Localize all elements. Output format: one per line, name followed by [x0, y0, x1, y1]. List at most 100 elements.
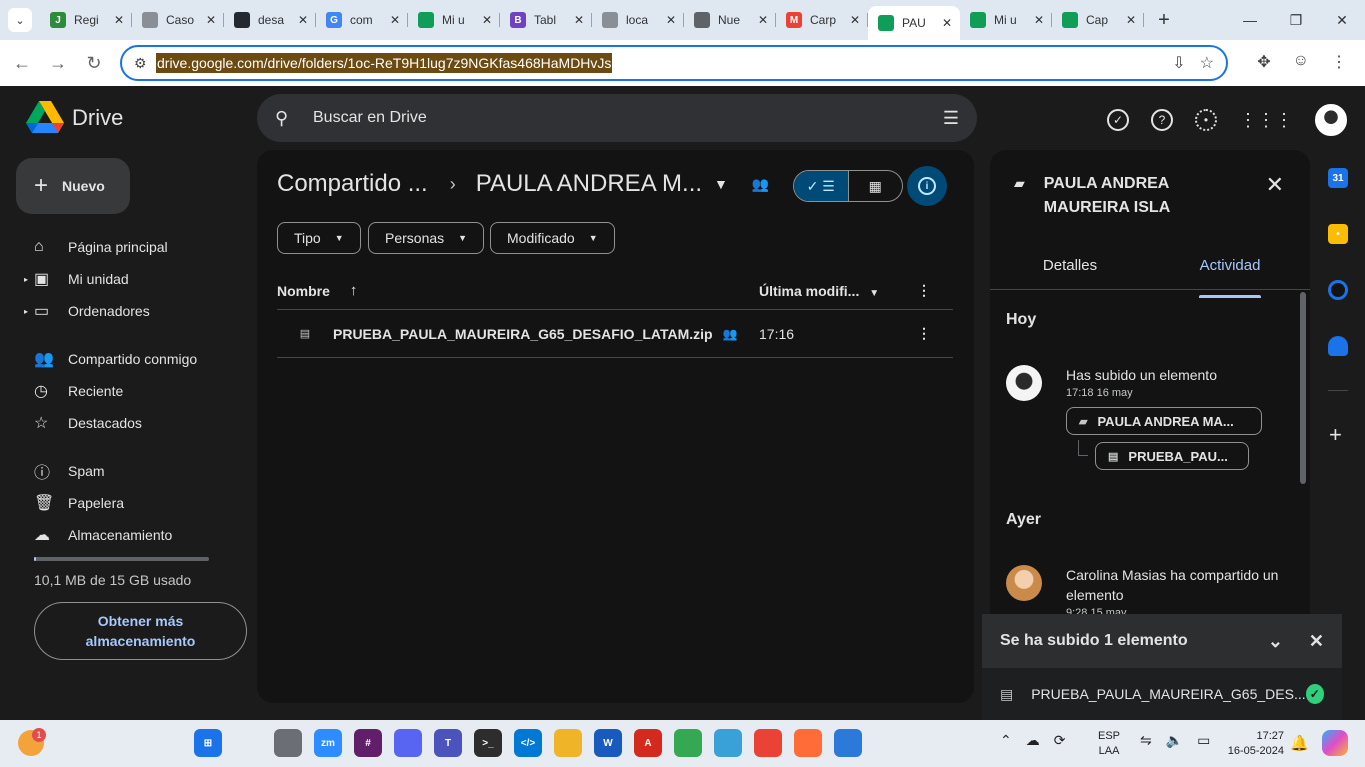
grid-view-icon[interactable]: ▦: [849, 171, 903, 201]
manage-access-icon[interactable]: 👥: [752, 176, 769, 193]
search-icon[interactable]: ⚲: [275, 108, 313, 129]
help-icon[interactable]: ?: [1151, 109, 1173, 131]
new-button[interactable]: + Nuevo: [16, 158, 130, 214]
task-view-icon[interactable]: [274, 729, 302, 757]
contacts-icon[interactable]: [1328, 336, 1348, 356]
tab-activity[interactable]: Actividad: [1150, 250, 1310, 298]
volume-icon[interactable]: 🔈: [1166, 732, 1183, 749]
address-bar[interactable]: ⚙ drive.google.com/drive/folders/1oc-ReT…: [120, 45, 1228, 81]
browser-tab[interactable]: Mi u ✕: [960, 4, 1052, 36]
zoom-icon[interactable]: zm: [314, 729, 342, 757]
tab-close-icon[interactable]: ✕: [1032, 13, 1046, 27]
file-more-actions-icon[interactable]: ⋮: [917, 325, 931, 342]
filter-chip[interactable]: Modificado ▼: [490, 222, 615, 254]
browser-menu-icon[interactable]: ⋮: [1331, 52, 1347, 72]
site-info-icon[interactable]: ⚙: [134, 55, 156, 72]
upload-item[interactable]: ▤ PRUEBA_PAULA_MAUREIRA_G65_DES... ✓: [982, 668, 1342, 720]
sidebar-item[interactable]: ☁ Almacenamiento: [24, 520, 172, 550]
calendar-icon[interactable]: 31: [1328, 168, 1348, 188]
notification-bell-icon[interactable]: 🔔: [1290, 734, 1309, 752]
tab-close-icon[interactable]: ✕: [388, 13, 402, 27]
install-app-icon[interactable]: ⇩: [1172, 53, 1185, 73]
drive-search[interactable]: ⚲ Buscar en Drive ☰: [257, 94, 977, 142]
extensions-icon[interactable]: ✥: [1257, 52, 1270, 72]
tab-close-icon[interactable]: ✕: [664, 13, 678, 27]
column-modified[interactable]: Última modifi... ▼: [759, 283, 879, 299]
details-toggle-button[interactable]: i: [907, 166, 947, 206]
sidebar-item[interactable]: ⌂ Página principal: [24, 232, 168, 262]
offline-ready-icon[interactable]: ✓: [1107, 109, 1129, 131]
filter-chip[interactable]: Personas ▼: [368, 222, 485, 254]
sidebar-item[interactable]: ⓘ Spam: [24, 456, 105, 486]
collapse-chevron-icon[interactable]: ⌄: [1268, 631, 1283, 652]
browser-tab[interactable]: B Tabl ✕: [500, 4, 592, 36]
browser-tab[interactable]: Caso ✕: [132, 4, 224, 36]
search-options-icon[interactable]: ☰: [943, 108, 959, 129]
column-more-icon[interactable]: ⋮: [917, 282, 931, 299]
sync-icon[interactable]: ⟳: [1054, 732, 1066, 749]
start-icon[interactable]: ⊞: [194, 729, 222, 757]
slack-icon[interactable]: #: [354, 729, 382, 757]
expand-caret-icon[interactable]: ▸: [24, 307, 34, 316]
tab-close-icon[interactable]: ✕: [848, 13, 862, 27]
battery-icon[interactable]: ▭: [1197, 732, 1210, 749]
breadcrumb-parent[interactable]: Compartido ...: [277, 170, 428, 198]
sidebar-item[interactable]: 👥 Compartido conmigo: [24, 344, 197, 374]
tray-overflow-icon[interactable]: ⌃: [1000, 732, 1012, 749]
word-icon[interactable]: W: [594, 729, 622, 757]
postman-icon[interactable]: [794, 729, 822, 757]
network-icon[interactable]: ⇋: [1140, 732, 1152, 749]
copilot-icon[interactable]: [1322, 730, 1348, 756]
tab-details[interactable]: Detalles: [990, 250, 1150, 289]
tab-close-icon[interactable]: ✕: [296, 13, 310, 27]
add-addon-icon[interactable]: +: [1329, 422, 1342, 448]
sidebar-item[interactable]: ☆ Destacados: [24, 408, 142, 438]
file-name[interactable]: PRUEBA_PAULA_MAUREIRA_G65_DESAFIO_LATAM.…: [333, 326, 713, 342]
vscode-icon[interactable]: </>: [514, 729, 542, 757]
close-details-icon[interactable]: ✕: [1266, 172, 1284, 198]
terminal-icon[interactable]: >_: [474, 729, 502, 757]
search-icon[interactable]: [234, 729, 262, 757]
sort-ascending-icon[interactable]: ↑: [350, 282, 358, 299]
account-avatar[interactable]: [1315, 104, 1347, 136]
tab-close-icon[interactable]: ✕: [572, 13, 586, 27]
table-row[interactable]: ▤ PRUEBA_PAULA_MAUREIRA_G65_DESAFIO_LATA…: [277, 310, 953, 358]
list-view-icon[interactable]: ✓ ☰: [794, 171, 849, 201]
chrome-icon[interactable]: [674, 729, 702, 757]
filter-chip[interactable]: Tipo ▼: [277, 222, 361, 254]
tab-search-icon[interactable]: ⌄: [8, 8, 32, 32]
browser-tab[interactable]: J Regi ✕: [40, 4, 132, 36]
sidebar-item[interactable]: ▸ ▣ Mi unidad: [24, 264, 129, 294]
browser-tab[interactable]: Nue ✕: [684, 4, 776, 36]
bookmark-star-icon[interactable]: ☆: [1200, 53, 1214, 73]
tab-close-icon[interactable]: ✕: [112, 13, 126, 27]
tab-close-icon[interactable]: ✕: [1124, 13, 1138, 27]
breadcrumb-current[interactable]: PAULA ANDREA M...: [476, 170, 702, 198]
settings-gear-icon[interactable]: •: [1195, 109, 1217, 131]
address-url[interactable]: drive.google.com/drive/folders/1oc-ReT9H…: [156, 53, 613, 73]
forward-icon[interactable]: →: [40, 53, 76, 74]
sidebar-item[interactable]: ◷ Reciente: [24, 376, 123, 406]
onedrive-icon[interactable]: ☁: [1026, 732, 1040, 749]
minimize-icon[interactable]: —: [1227, 12, 1273, 29]
new-tab-icon[interactable]: +: [1150, 9, 1178, 32]
explorer-icon[interactable]: [554, 729, 582, 757]
photos-icon[interactable]: [834, 729, 862, 757]
maximize-icon[interactable]: ❐: [1273, 12, 1319, 29]
browser-tab[interactable]: loca ✕: [592, 4, 684, 36]
sidebar-item[interactable]: ▸ ▭ Ordenadores: [24, 296, 150, 326]
browser-tab[interactable]: PAU ✕: [868, 6, 960, 40]
browser-tab[interactable]: Gcom ✕: [316, 4, 408, 36]
reload-icon[interactable]: ↻: [76, 53, 112, 74]
tab-close-icon[interactable]: ✕: [756, 13, 770, 27]
get-more-storage-button[interactable]: Obtener más almacenamiento: [34, 602, 247, 660]
keep-icon[interactable]: •: [1328, 224, 1348, 244]
google-apps-icon[interactable]: ⋮⋮⋮: [1239, 110, 1293, 131]
teams-icon[interactable]: T: [434, 729, 462, 757]
activity-file-chip[interactable]: ▤ PRUEBA_PAU...: [1095, 442, 1249, 470]
close-toast-icon[interactable]: ✕: [1309, 631, 1324, 652]
folder-menu-dropdown-icon[interactable]: ▼: [714, 176, 728, 192]
profile-icon[interactable]: ☺: [1293, 52, 1309, 72]
search-input[interactable]: Buscar en Drive: [313, 109, 943, 127]
discord-icon[interactable]: [394, 729, 422, 757]
